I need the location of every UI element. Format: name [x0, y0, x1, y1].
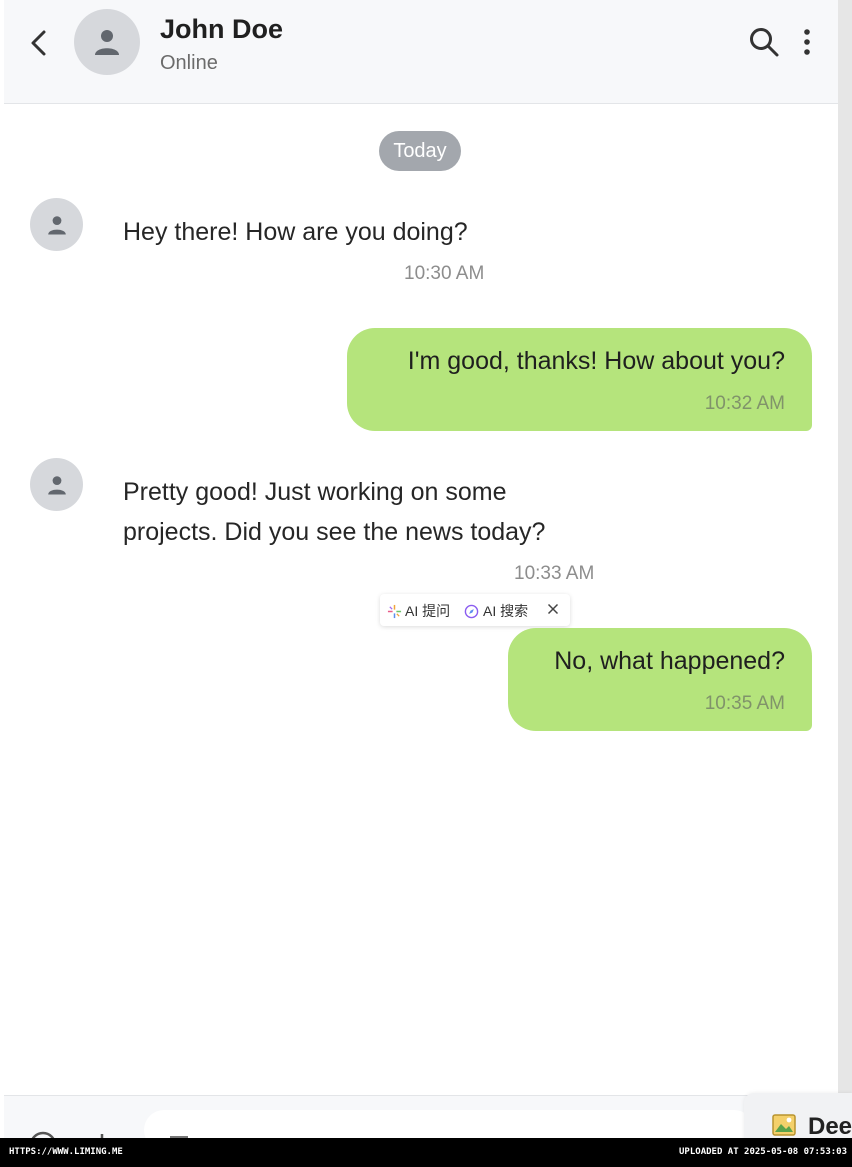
ai-ask-label: AI 提问	[405, 603, 451, 619]
watermark-bar: HTTPS://WWW.LIMING.ME UPLOADED AT 2025-0…	[0, 1138, 852, 1167]
outgoing-message-bubble[interactable]: No, what happened? 10:35 AM	[508, 628, 812, 731]
message-time: 10:30 AM	[404, 263, 485, 284]
message-time: 10:35 AM	[704, 693, 785, 714]
person-icon	[47, 215, 66, 235]
back-button[interactable]	[24, 26, 54, 60]
outgoing-message-bubble[interactable]: I'm good, thanks! How about you? 10:32 A…	[347, 328, 812, 431]
person-icon	[95, 30, 119, 55]
emoji-icon[interactable]	[28, 1130, 58, 1138]
back-arrow-icon	[31, 30, 46, 56]
outgoing-message-text: No, what happened?	[554, 647, 785, 675]
message-time: 10:32 AM	[704, 393, 785, 414]
close-icon	[547, 603, 559, 615]
contact-status: Online	[160, 52, 218, 74]
date-divider: Today	[379, 131, 461, 171]
chat-window: John Doe Online Today Hey there! How are…	[4, 0, 838, 1138]
ai-selection-toolbar: AI 提问 AI 搜索	[380, 594, 570, 626]
right-scroll-edge	[838, 0, 852, 1095]
ai-search-label: AI 搜索	[483, 603, 529, 619]
outgoing-message-text: I'm good, thanks! How about you?	[407, 347, 785, 375]
more-vertical-icon	[804, 29, 810, 55]
incoming-message-text: Pretty good! Just working on some	[123, 478, 507, 506]
ai-ask-button[interactable]: AI 提问	[387, 601, 450, 621]
deep-button-label: Dee	[808, 1113, 852, 1140]
ai-search-button[interactable]: AI 搜索	[464, 601, 528, 621]
chat-header: John Doe Online	[4, 0, 838, 104]
more-options-button[interactable]	[800, 26, 814, 58]
message-input[interactable]	[144, 1110, 754, 1138]
image-icon	[772, 1114, 796, 1136]
watermark-url: HTTPS://WWW.LIMING.ME	[9, 1147, 123, 1157]
incoming-message-text: Hey there! How are you doing?	[123, 218, 468, 246]
ai-toolbar-close-button[interactable]	[547, 603, 559, 615]
sender-avatar[interactable]	[30, 198, 83, 251]
person-icon	[47, 475, 66, 495]
search-icon	[750, 28, 779, 57]
sparkle-icon	[387, 604, 402, 618]
compass-icon	[464, 604, 479, 618]
search-button[interactable]	[748, 26, 780, 58]
contact-name: John Doe	[160, 14, 284, 44]
deep-button[interactable]: Dee	[744, 1093, 852, 1143]
message-time: 10:33 AM	[514, 563, 595, 584]
sender-avatar[interactable]	[30, 458, 83, 511]
incoming-message-text: projects. Did you see the news today?	[123, 518, 546, 546]
contact-avatar[interactable]	[74, 9, 140, 75]
watermark-upload-time: UPLOADED AT 2025-05-08 07:53:03	[679, 1147, 847, 1157]
